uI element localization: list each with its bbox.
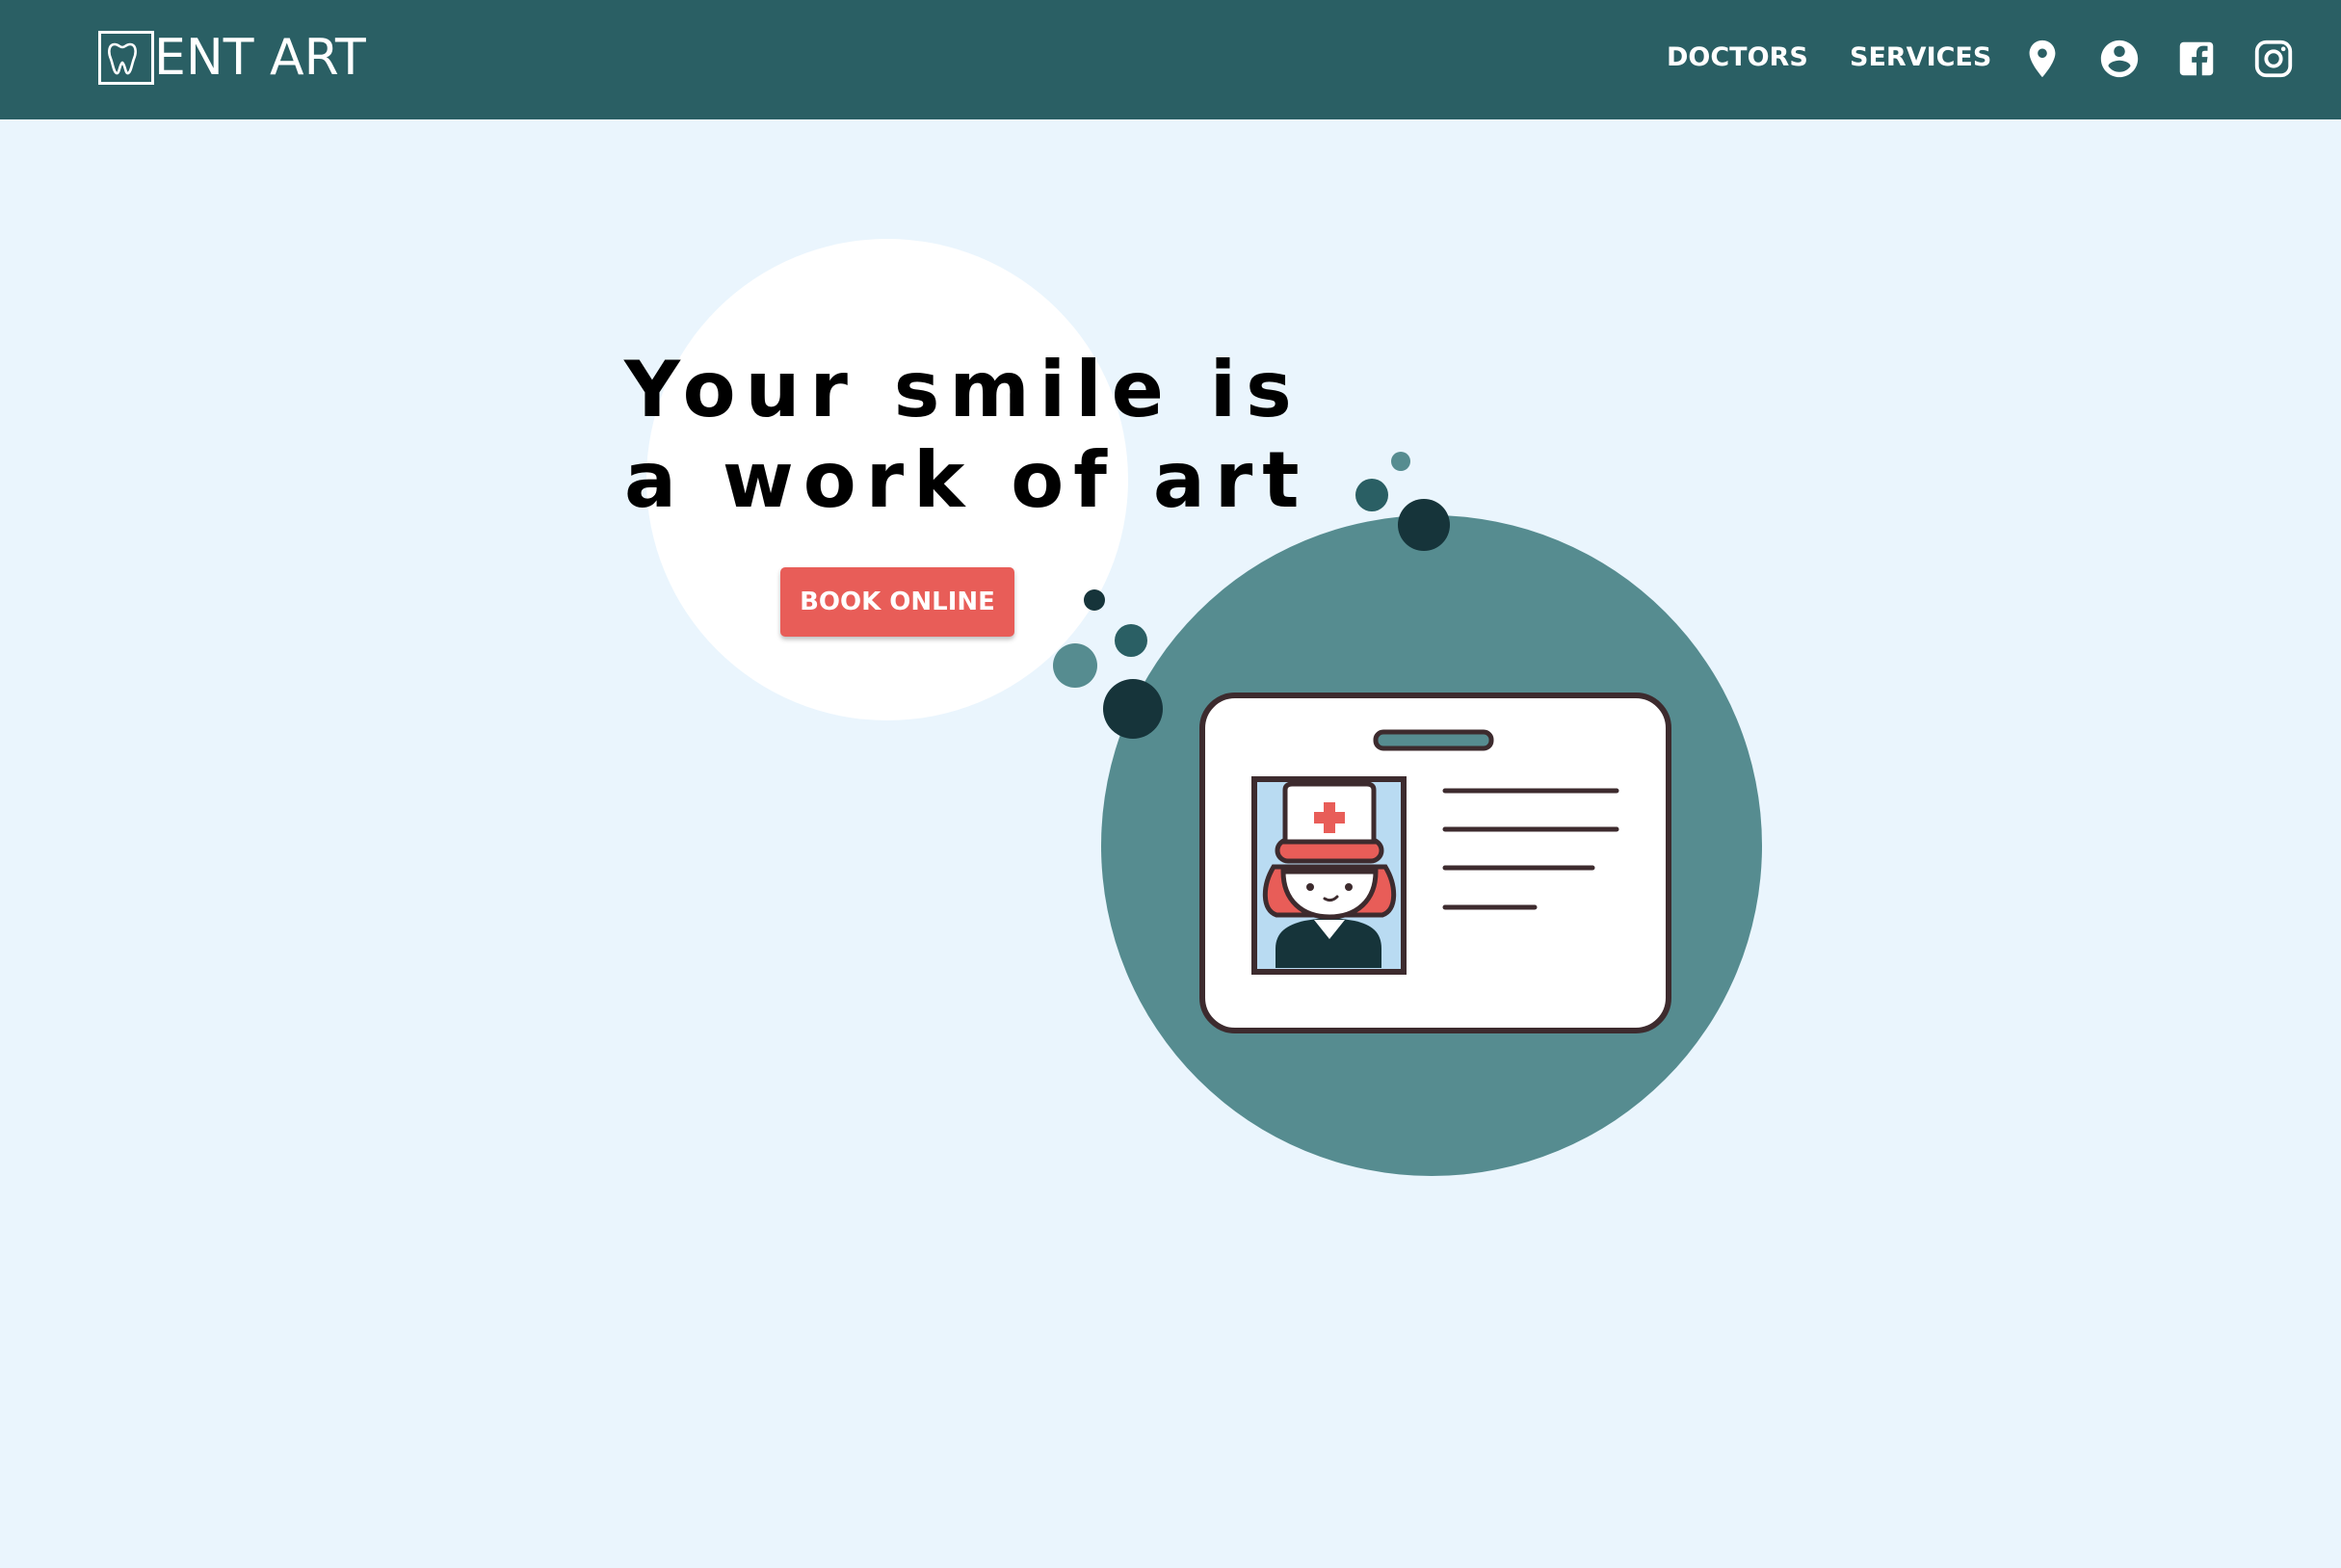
hero-title-line-2: a work of art <box>624 435 1309 525</box>
bubble <box>1053 643 1097 688</box>
bubble <box>1115 624 1147 657</box>
bubble <box>1084 589 1105 611</box>
id-card-icon <box>1199 693 1671 1033</box>
bubble <box>1398 499 1450 551</box>
hero-title-line-1: Your smile is <box>624 345 1302 434</box>
book-online-button[interactable]: BOOK ONLINE <box>780 567 1014 637</box>
bubble <box>1103 679 1163 739</box>
bubble <box>1391 452 1410 471</box>
bubble <box>1355 479 1388 511</box>
hero-title: Your smile is a work of art <box>624 345 1309 526</box>
hero-illustration <box>646 239 1762 1176</box>
